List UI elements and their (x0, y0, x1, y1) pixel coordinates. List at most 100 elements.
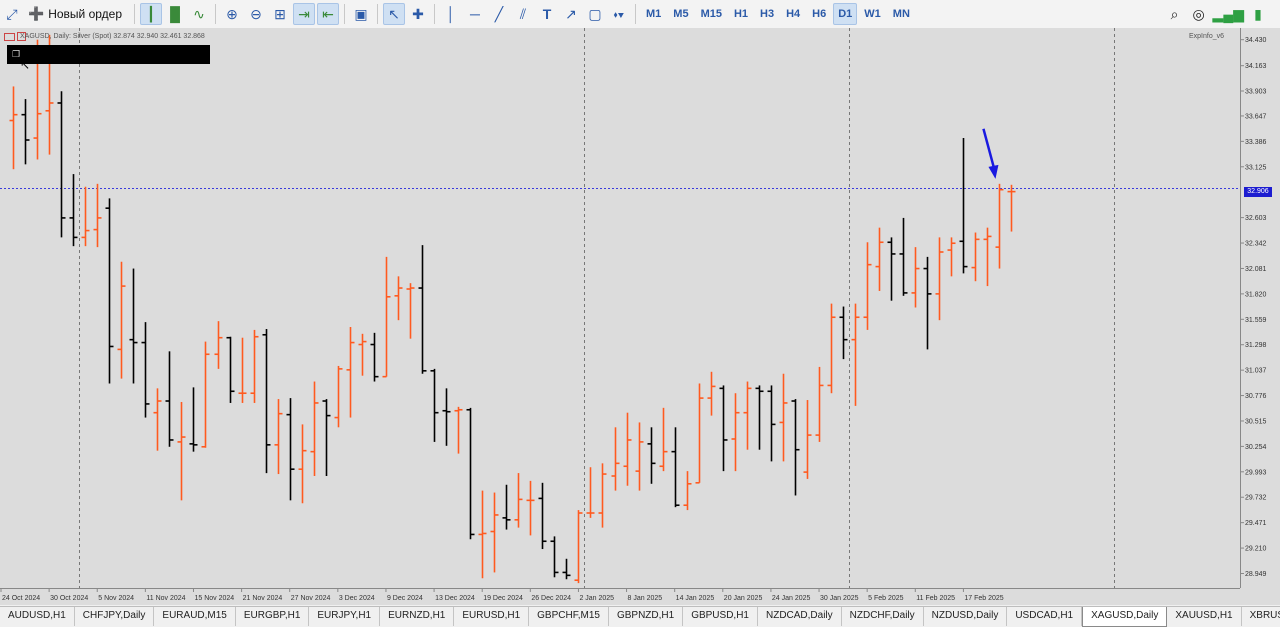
mouse-cursor-icon: ↖ (20, 58, 31, 72)
tab-gbpnzd-h1[interactable]: GBPNZD,H1 (609, 607, 684, 626)
time-tick-label: 20 Jan 2025 (724, 595, 763, 602)
text-tool-icon[interactable]: T (536, 3, 558, 25)
tab-xauusd-h1[interactable]: XAUUSD,H1 (1167, 607, 1242, 626)
tab-gbpusd-h1[interactable]: GBPUSD,H1 (683, 607, 758, 626)
chart-area[interactable]: 34.430 34.163 33.903 33.647 33.386 33.125 32.6… (0, 28, 1280, 605)
new-order-icon: ➕ (28, 6, 45, 21)
chart-header: XAGUSD, Daily: Silver (Spot) 32.874 32.9… (20, 33, 205, 40)
tab-audusd-h1[interactable]: AUDUSD,H1 (0, 607, 75, 626)
timeframe-w1[interactable]: W1 (859, 3, 886, 25)
info-panel (7, 45, 210, 64)
tab-eurusd-h1[interactable]: EURUSD,H1 (454, 607, 530, 626)
price-tick-label: 28.949 (1245, 571, 1267, 578)
price-tick-label: 33.903 (1245, 89, 1267, 96)
tab-gbpchf-m15[interactable]: GBPCHF,M15 (529, 607, 609, 626)
price-tick-label: 34.430 (1245, 37, 1267, 44)
symbol-tabs: AUDUSD,H1 CHFJPY,Daily EURAUD,M15 EURGBP,H1… (0, 606, 1280, 627)
time-tick-label: 17 Feb 2025 (964, 595, 1003, 602)
time-tick-label: 13 Dec 2024 (435, 595, 475, 602)
timeframe-h1[interactable]: H1 (729, 3, 753, 25)
price-tick-label: 31.298 (1245, 342, 1267, 349)
tab-euraud-m15[interactable]: EURAUD,M15 (154, 607, 236, 626)
time-tick-label: 15 Nov 2024 (194, 595, 234, 602)
channel-icon[interactable]: ⫽ (512, 3, 534, 25)
new-order-label: Новый ордер (48, 7, 122, 21)
timeframe-mn[interactable]: MN (888, 3, 915, 25)
timeframe-h3[interactable]: H3 (755, 3, 779, 25)
time-tick-label: 5 Feb 2025 (868, 595, 904, 602)
price-tick-label: 29.210 (1245, 546, 1267, 553)
tab-eurnzd-h1[interactable]: EURNZD,H1 (380, 607, 455, 626)
timeframe-d1[interactable]: D1 (833, 3, 858, 25)
tab-xbrusd-m15[interactable]: XBRUSD,M15 (1242, 607, 1280, 626)
tab-nzdcad-daily[interactable]: NZDCAD,Daily (758, 607, 842, 626)
price-chart[interactable]: 34.430 34.163 33.903 33.647 33.386 33.125 32.6… (0, 28, 1280, 605)
tab-eurjpy-h1[interactable]: EURJPY,H1 (309, 607, 381, 626)
tab-nzdusd-daily[interactable]: NZDUSD,Daily (924, 607, 1008, 626)
chart-shift-icon[interactable]: ⇤ (317, 3, 339, 25)
more-objects-icon[interactable]: ⬪▾ (608, 3, 630, 25)
tab-chfjpy-daily[interactable]: CHFJPY,Daily (75, 607, 155, 626)
tab-nzdchf-daily[interactable]: NZDCHF,Daily (842, 607, 924, 626)
indicator-label: ExpInfo_v6 (1188, 33, 1224, 40)
time-tick-label: 2 Jan 2025 (579, 595, 614, 602)
shapes-icon[interactable]: ▢ (584, 3, 606, 25)
current-price-label: 32.906 (1244, 187, 1272, 197)
connection-icon[interactable]: ▮ (1247, 3, 1269, 25)
time-tick-label: 30 Jan 2025 (820, 595, 859, 602)
chart-menu-icon[interactable] (4, 33, 15, 41)
price-tick-label: 29.471 (1245, 520, 1267, 527)
time-tick-label: 26 Dec 2024 (531, 595, 571, 602)
trendline-icon[interactable]: ╱ (488, 3, 510, 25)
zoom-out-icon[interactable]: ⊖ (245, 3, 267, 25)
price-tick-label: 33.386 (1245, 139, 1267, 146)
zoom-in-icon[interactable]: ⊕ (221, 3, 243, 25)
time-tick-label: 8 Jan 2025 (628, 595, 663, 602)
price-tick-label: 32.342 (1245, 241, 1267, 248)
autoscroll-icon[interactable]: ⇥ (293, 3, 315, 25)
price-tick-label: 33.125 (1245, 164, 1267, 171)
fibonacci-icon[interactable]: ↗ (560, 3, 582, 25)
time-tick-label: 11 Feb 2025 (916, 595, 955, 602)
bar-chart-icon[interactable]: ┃ (140, 3, 162, 25)
crosshair-icon[interactable]: ✚ (407, 3, 429, 25)
cursor-tool-icon[interactable]: ↖ (383, 3, 405, 25)
time-tick-label: 19 Dec 2024 (483, 595, 523, 602)
timeframe-h4[interactable]: H4 (781, 3, 805, 25)
search-icon[interactable]: ⌕ (1164, 3, 1186, 25)
chart-background (0, 28, 1280, 605)
vertical-line-icon[interactable]: │ (440, 3, 462, 25)
line-chart-icon[interactable]: ∿ (188, 3, 210, 25)
screenshot-icon[interactable]: ▣ (350, 3, 372, 25)
new-order-button[interactable]: ➕ Новый ордер (25, 3, 129, 25)
grid-icon[interactable]: ⊞ (269, 3, 291, 25)
price-tick-label: 30.776 (1245, 393, 1267, 400)
time-tick-label: 27 Nov 2024 (291, 595, 331, 602)
time-tick-label: 14 Jan 2025 (676, 595, 715, 602)
toolbar-separator (434, 4, 435, 24)
toolbar-separator (377, 4, 378, 24)
horizontal-line-icon[interactable]: ─ (464, 3, 486, 25)
signal-strength-icon[interactable]: ▂▄▆ (1212, 3, 1245, 25)
tab-eurgbp-h1[interactable]: EURGBP,H1 (236, 607, 310, 626)
price-tick-label: 32.081 (1245, 266, 1267, 273)
time-tick-label: 5 Nov 2024 (98, 595, 134, 602)
toolbar-separator (134, 4, 135, 24)
price-tick-label: 31.037 (1245, 368, 1267, 375)
time-tick-label: 21 Nov 2024 (243, 595, 283, 602)
toolbar-right: ⌕ ◎ ▂▄▆ ▮ (1163, 3, 1270, 25)
toolbar-separator (344, 4, 345, 24)
main-toolbar: ⤢ ➕ Новый ордер ┃ ▐▌ ∿ ⊕ ⊖ ⊞ ⇥ ⇤ ▣ ↖ ✚ │ … (0, 0, 1280, 29)
timeframe-h6[interactable]: H6 (807, 3, 831, 25)
account-icon[interactable]: ◎ (1188, 3, 1210, 25)
timeframe-m15[interactable]: M15 (696, 3, 727, 25)
timeframe-m1[interactable]: M1 (641, 3, 666, 25)
fullscreen-icon[interactable]: ⤢ (1, 3, 23, 25)
time-tick-label: 11 Nov 2024 (146, 595, 185, 602)
price-tick-label: 34.163 (1245, 63, 1267, 70)
candlestick-icon[interactable]: ▐▌ (164, 3, 186, 25)
timeframe-m5[interactable]: M5 (668, 3, 693, 25)
tab-usdcad-h1[interactable]: USDCAD,H1 (1007, 607, 1083, 626)
time-tick-label: 3 Dec 2024 (339, 595, 375, 602)
tab-xagusd-daily[interactable]: XAGUSD,Daily (1082, 607, 1168, 627)
